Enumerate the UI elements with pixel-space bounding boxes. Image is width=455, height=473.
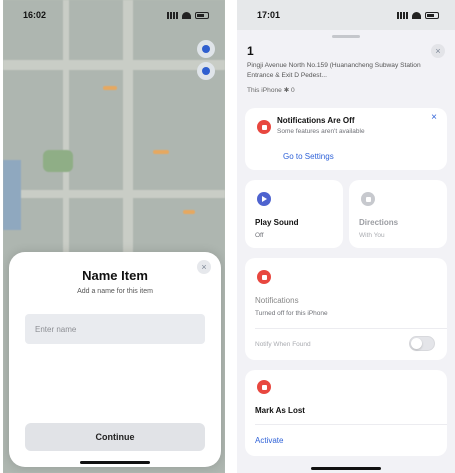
divider [255,424,447,425]
map-road [3,60,225,70]
continue-button[interactable]: Continue [25,423,205,451]
play-sound-button[interactable]: Play Sound Off [245,180,343,248]
map-road [63,0,69,260]
sheet-grabber[interactable] [332,35,360,38]
close-icon[interactable]: × [431,44,445,58]
sheet-title: Name Item [82,268,148,283]
status-time: 17:01 [257,10,281,20]
map-poi [153,150,169,154]
item-name: 1 [247,44,254,58]
map-park [43,150,73,172]
map-poi [183,210,195,214]
map-road [3,190,225,198]
play-sound-status: Off [255,232,264,239]
notifications-subtitle: Turned off for this iPhone [255,310,328,317]
directions-label: Directions [359,218,399,227]
divider [255,328,447,329]
dismiss-icon[interactable]: × [431,112,437,123]
status-time: 16:02 [23,10,47,20]
directions-icon [361,192,375,206]
home-indicator [80,461,150,464]
activate-link[interactable]: Activate [255,436,283,445]
directions-status: With You [359,232,385,239]
info-icon [202,45,210,53]
name-input[interactable] [25,314,205,344]
notify-when-found-toggle[interactable] [409,336,435,351]
signal-icon [167,11,178,19]
item-location-note: This iPhone ✱ 0 [247,87,295,94]
name-item-sheet: × Name Item Add a name for this item Con… [9,252,221,467]
location-arrow-icon [202,67,210,75]
bell-slash-icon [257,120,271,134]
right-screen: 17:01 × 1 Pingji Avenue North No.159 (Hu… [237,0,455,473]
map-water [3,160,21,230]
status-bar: 17:01 [237,0,455,30]
mark-as-lost-card: Mark As Lost Activate [245,370,447,456]
map-info-button[interactable] [197,40,215,58]
bell-icon [257,270,271,284]
status-bar: 16:02 [3,0,225,30]
notifications-title: Notifications [255,296,299,305]
banner-title: Notifications Are Off [277,116,355,125]
locate-button[interactable] [197,62,215,80]
directions-button[interactable]: Directions With You [349,180,447,248]
mark-as-lost-title: Mark As Lost [255,406,305,415]
map-poi [103,86,117,90]
item-address: Pingji Avenue North No.159 (Huanancheng … [247,62,421,79]
sheet-subtitle: Add a name for this item [77,288,153,295]
left-screen: 16:02 × Name Item Add a name for this it… [3,0,225,473]
notifications-card: Notifications Turned off for this iPhone… [245,258,447,360]
signal-icon [397,11,408,19]
battery-icon [195,11,209,19]
battery-icon [425,11,439,19]
home-indicator [311,467,381,470]
play-icon [257,192,271,206]
play-sound-label: Play Sound [255,218,299,227]
wifi-icon [182,11,191,19]
notify-when-found-label: Notify When Found [255,341,311,348]
banner-subtitle: Some features aren't available [277,128,365,135]
lock-icon [257,380,271,394]
map-road [123,0,133,260]
go-to-settings-link[interactable]: Go to Settings [283,152,334,161]
wifi-icon [412,11,421,19]
notifications-off-banner: Notifications Are Off Some features aren… [245,108,447,170]
